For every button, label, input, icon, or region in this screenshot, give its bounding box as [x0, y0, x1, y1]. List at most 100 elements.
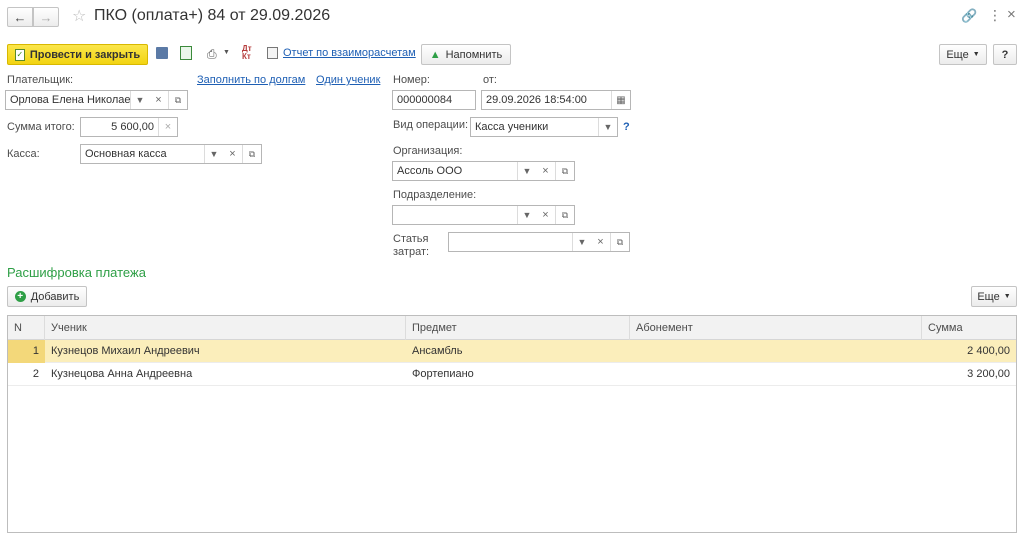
bell-icon: ▲	[429, 48, 441, 61]
clear-icon[interactable]: ×	[149, 91, 168, 109]
dropdown-icon[interactable]: ▼	[517, 206, 536, 224]
arrow-left-icon: ←	[13, 9, 27, 25]
calendar-icon[interactable]: ▦	[611, 91, 630, 109]
total-label: Сумма итого:	[7, 121, 75, 133]
debit-credit-icon[interactable]: Дт Кт	[242, 45, 252, 61]
forward-button[interactable]: →	[33, 7, 59, 27]
number-value: 000000084	[397, 94, 453, 106]
date-label: от:	[483, 74, 497, 86]
help-label: ?	[1001, 48, 1009, 61]
cash-label: Касса:	[7, 148, 40, 160]
open-icon[interactable]: ⧉	[242, 145, 261, 163]
more-label: Еще	[946, 48, 969, 61]
post-and-close-label: Провести и закрыть	[29, 48, 141, 61]
column-header-n[interactable]: N	[8, 316, 45, 340]
organization-field[interactable]: Ассоль ООО ▼ × ⧉	[392, 161, 575, 181]
operation-help-icon[interactable]: ?	[623, 121, 630, 133]
cash-field[interactable]: Основная касса ▼ × ⧉	[80, 144, 262, 164]
column-header-subject[interactable]: Предмет	[406, 316, 630, 340]
remind-label: Напомнить	[445, 48, 503, 61]
clear-icon[interactable]: ×	[223, 145, 242, 163]
row-sum: 3 200,00	[967, 368, 1010, 380]
close-icon[interactable]: ×	[1007, 6, 1016, 23]
clear-icon[interactable]: ×	[158, 118, 177, 136]
report-icon	[267, 47, 278, 59]
operation-value: Касса ученики	[475, 121, 549, 133]
row-subscription	[630, 363, 922, 386]
payment-table[interactable]: N Ученик Предмет Абонемент Сумма 1 Кузне…	[7, 315, 1017, 533]
help-button[interactable]: ?	[993, 44, 1017, 65]
column-header-student[interactable]: Ученик	[45, 316, 406, 340]
dropdown-icon[interactable]: ▼	[598, 118, 617, 136]
organization-label: Организация:	[393, 145, 463, 157]
column-header-sum[interactable]: Сумма	[922, 316, 1016, 340]
fill-by-debts-link[interactable]: Заполнить по долгам	[197, 74, 305, 86]
organization-value: Ассоль ООО	[397, 165, 463, 177]
row-n: 2	[32, 368, 39, 380]
payer-label: Плательщик:	[7, 74, 74, 86]
open-icon[interactable]: ⧉	[555, 162, 574, 180]
table-header: N Ученик Предмет Абонемент Сумма	[8, 316, 1016, 340]
link-icon[interactable]: 🔗	[961, 8, 977, 24]
chevron-down-icon[interactable]: ▼	[223, 49, 230, 56]
favorite-star-icon[interactable]: ☆	[72, 6, 86, 26]
kebab-menu-icon[interactable]: ⋮	[988, 7, 1002, 24]
row-sum: 2 400,00	[967, 345, 1010, 357]
row-subscription	[630, 340, 922, 363]
back-button[interactable]: ←	[7, 7, 33, 27]
cash-value: Основная касса	[85, 148, 167, 160]
page-title: ПКО (оплата+) 84 от 29.09.2026	[94, 7, 331, 24]
date-field[interactable]: 29.09.2026 18:54:00 ▦	[481, 90, 631, 110]
table-row[interactable]: 2 Кузнецова Анна Андреевна Фортепиано 3 …	[8, 363, 1016, 386]
open-icon[interactable]: ⧉	[168, 91, 187, 109]
expense-field[interactable]: ▼ × ⧉	[448, 232, 630, 252]
total-value: 5 600,00	[111, 121, 154, 133]
add-icon: +	[14, 291, 26, 302]
total-field[interactable]: 5 600,00 ×	[80, 117, 178, 137]
print-icon[interactable]: ⎙	[207, 47, 217, 62]
post-and-close-button[interactable]: ✓ Провести и закрыть	[7, 44, 148, 65]
number-label: Номер:	[393, 74, 430, 86]
operation-field[interactable]: Касса ученики ▼	[470, 117, 618, 137]
row-subject: Фортепиано	[412, 368, 474, 380]
clear-icon[interactable]: ×	[591, 233, 610, 251]
expense-label-line2: затрат:	[393, 246, 430, 258]
date-value: 29.09.2026 18:54:00	[486, 94, 587, 106]
document-post-icon: ✓	[14, 48, 25, 61]
payer-field[interactable]: Орлова Елена Николаевн ▼ × ⧉	[5, 90, 188, 110]
department-label: Подразделение:	[393, 189, 477, 201]
one-student-link[interactable]: Один ученик	[316, 74, 380, 86]
dropdown-icon[interactable]: ▼	[204, 145, 223, 163]
table-more-button[interactable]: Еще ▼	[971, 286, 1017, 307]
number-field[interactable]: 000000084	[392, 90, 476, 110]
row-subject: Ансамбль	[412, 345, 463, 357]
row-n: 1	[8, 340, 45, 363]
open-icon[interactable]: ⧉	[555, 206, 574, 224]
chevron-down-icon: ▼	[1003, 293, 1011, 300]
open-icon[interactable]: ⧉	[610, 233, 629, 251]
column-header-subscription[interactable]: Абонемент	[630, 316, 922, 340]
post-icon[interactable]	[180, 46, 192, 60]
dropdown-icon[interactable]: ▼	[130, 91, 149, 109]
save-icon[interactable]	[156, 47, 168, 59]
more-button[interactable]: Еще ▼	[939, 44, 987, 65]
operation-label: Вид операции:	[393, 119, 469, 131]
row-student: Кузнецова Анна Андреевна	[51, 368, 193, 380]
expense-label-line1: Статья	[393, 233, 429, 245]
table-more-label: Еще	[977, 290, 1000, 303]
payer-value: Орлова Елена Николаевн	[10, 94, 130, 106]
table-row[interactable]: 1 Кузнецов Михаил Андреевич Ансамбль 2 4…	[8, 340, 1016, 363]
add-button[interactable]: + Добавить	[7, 286, 87, 307]
dropdown-icon[interactable]: ▼	[517, 162, 536, 180]
dropdown-icon[interactable]: ▼	[572, 233, 591, 251]
chevron-down-icon: ▼	[972, 51, 980, 58]
section-title: Расшифровка платежа	[7, 265, 146, 280]
clear-icon[interactable]: ×	[536, 206, 555, 224]
department-field[interactable]: ▼ × ⧉	[392, 205, 575, 225]
report-link[interactable]: Отчет по взаиморасчетам	[283, 47, 416, 59]
arrow-right-icon: →	[39, 9, 53, 25]
clear-icon[interactable]: ×	[536, 162, 555, 180]
row-student: Кузнецов Михаил Андреевич	[51, 345, 200, 357]
add-label: Добавить	[30, 290, 80, 303]
remind-button[interactable]: ▲ Напомнить	[421, 44, 511, 65]
